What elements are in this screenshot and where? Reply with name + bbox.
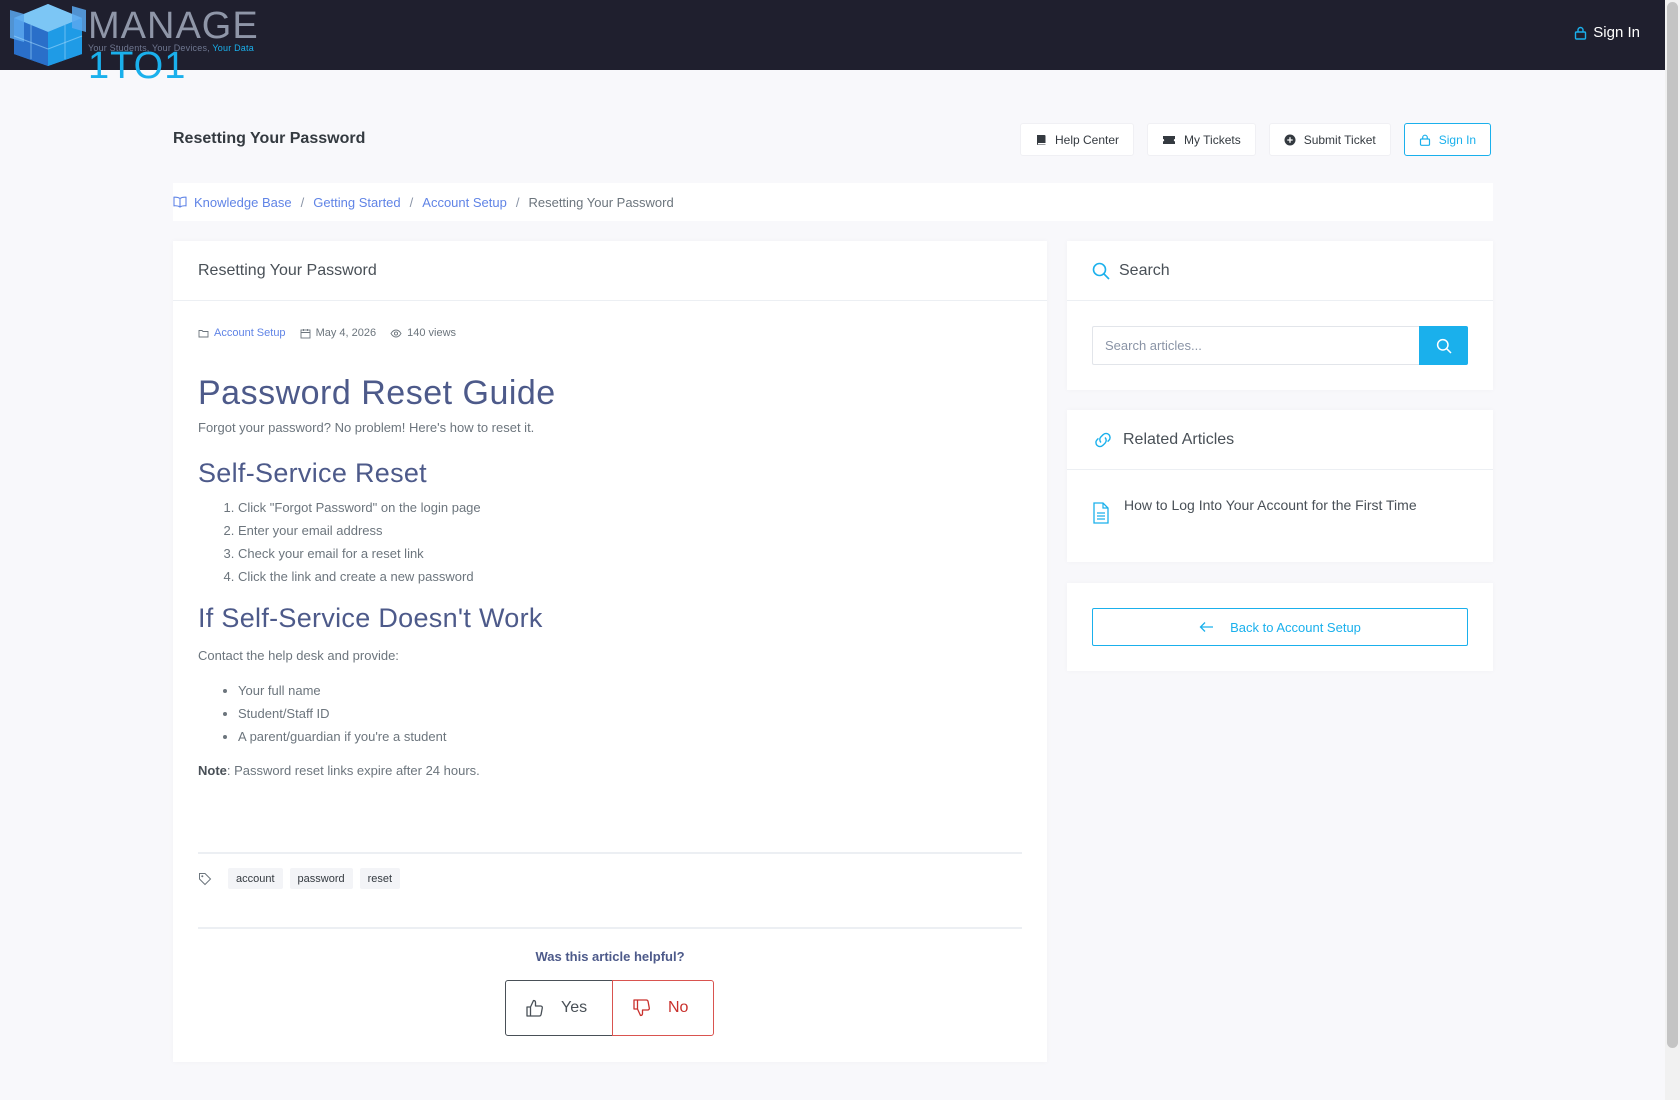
list-item: Click "Forgot Password" on the login pag…: [238, 496, 1022, 519]
sign-in-label: Sign In: [1593, 24, 1640, 41]
search-icon: [1092, 262, 1110, 280]
helpful-question: Was this article helpful?: [535, 949, 685, 964]
article-card: Resetting Your Password Account Setup Ma…: [173, 241, 1047, 1062]
list-item: Enter your email address: [238, 519, 1022, 542]
folder-icon: [198, 329, 209, 337]
submit-ticket-button[interactable]: Submit Ticket: [1268, 123, 1391, 156]
thumbs-up-icon: [526, 999, 543, 1017]
tag-icon: [199, 872, 212, 885]
top-navbar: MANAGE 1TO1 Your Students, Your Devices,…: [0, 0, 1665, 86]
breadcrumb-separator: /: [409, 194, 414, 210]
lock-icon: [1575, 26, 1587, 40]
list-item: Your full name: [238, 679, 1022, 702]
breadcrumb-knowledge-base[interactable]: Knowledge Base: [194, 195, 292, 210]
back-to-account-setup-button[interactable]: Back to Account Setup: [1092, 608, 1468, 646]
book-icon: [1037, 134, 1046, 145]
search-card-header: Search: [1067, 241, 1493, 301]
section-heading-fallback: If Self-Service Doesn't Work: [198, 603, 543, 633]
related-articles-card: Related Articles How to Log Into Your Ac…: [1067, 410, 1493, 562]
breadcrumb-current: Resetting Your Password: [528, 194, 674, 210]
breadcrumb: Knowledge Base / Getting Started / Accou…: [173, 183, 1493, 221]
list-item: Click the link and create a new password: [238, 565, 1022, 588]
related-article-link[interactable]: How to Log Into Your Account for the Fir…: [1124, 494, 1417, 524]
my-tickets-button[interactable]: My Tickets: [1147, 123, 1256, 156]
brand-tagline: Your Students, Your Devices, Your Data: [88, 43, 254, 53]
brand-logo[interactable]: MANAGE 1TO1 Your Students, Your Devices,…: [10, 0, 350, 86]
link-icon: [1095, 432, 1111, 447]
reset-steps-list: Click "Forgot Password" on the login pag…: [198, 496, 1022, 588]
plus-circle-icon: [1284, 134, 1296, 145]
article-card-title: Resetting Your Password: [173, 241, 1047, 301]
ticket-icon: [1163, 135, 1176, 144]
lock-icon: [1419, 134, 1430, 146]
vote-buttons: Yes No: [505, 980, 714, 1036]
breadcrumb-separator: /: [515, 194, 520, 210]
article-date: May 4, 2026: [300, 327, 376, 339]
tag-reset[interactable]: reset: [359, 868, 401, 889]
article-tags: account password reset: [198, 868, 401, 889]
list-item: Check your email for a reset link: [238, 542, 1022, 565]
tag-password[interactable]: password: [289, 868, 353, 889]
article-body: Password Reset Guide Forgot your passwor…: [198, 373, 1022, 781]
list-item: Student/Staff ID: [238, 702, 1022, 725]
arrow-left-icon: [1199, 622, 1214, 632]
eye-icon: [390, 329, 402, 337]
article-meta: Account Setup May 4, 2026 140 views: [198, 327, 456, 339]
section-heading-self-service: Self-Service Reset: [198, 458, 427, 488]
header-actions: Help Center My Tickets Submit Ticket Sig…: [1020, 123, 1492, 156]
page-scrollbar[interactable]: [1665, 0, 1680, 1100]
help-center-button[interactable]: Help Center: [1020, 123, 1135, 156]
back-card: Back to Account Setup: [1067, 583, 1493, 671]
tag-account[interactable]: account: [228, 868, 283, 889]
cube-logo-icon: [10, 4, 86, 66]
scrollbar-thumb[interactable]: [1667, 2, 1678, 1048]
thumbs-down-icon: [633, 999, 650, 1017]
article-intro: Forgot your password? No problem! Here's…: [198, 420, 535, 435]
provide-list: Your full name Student/Staff ID A parent…: [198, 679, 1022, 748]
contact-text: Contact the help desk and provide:: [198, 648, 399, 663]
search-form: [1092, 326, 1468, 365]
article-views: 140 views: [390, 327, 456, 339]
search-button[interactable]: [1419, 326, 1468, 365]
related-article-item[interactable]: How to Log Into Your Account for the Fir…: [1092, 494, 1442, 524]
calendar-icon: [300, 328, 311, 338]
list-item: A parent/guardian if you're a student: [238, 725, 1022, 748]
sign-in-button[interactable]: Sign In: [1403, 123, 1492, 156]
topbar-sign-in-link[interactable]: Sign In: [1574, 24, 1640, 41]
article-heading: Password Reset Guide: [198, 374, 556, 412]
vote-yes-button[interactable]: Yes: [505, 980, 613, 1036]
divider: [198, 852, 1022, 854]
search-icon: [1436, 338, 1452, 354]
related-articles-header: Related Articles: [1067, 410, 1493, 470]
breadcrumb-account-setup[interactable]: Account Setup: [422, 195, 507, 210]
vote-no-button[interactable]: No: [612, 980, 714, 1036]
search-card: Search: [1067, 241, 1493, 390]
divider: [198, 927, 1022, 929]
search-input[interactable]: [1092, 326, 1420, 365]
breadcrumb-getting-started[interactable]: Getting Started: [313, 195, 400, 210]
page-title: Resetting Your Password: [173, 130, 366, 147]
open-book-icon: [173, 196, 187, 208]
breadcrumb-separator: /: [300, 194, 305, 210]
article-category[interactable]: Account Setup: [198, 327, 286, 339]
note-text: Note: Password reset links expire after …: [198, 763, 480, 778]
document-icon: [1093, 502, 1109, 524]
